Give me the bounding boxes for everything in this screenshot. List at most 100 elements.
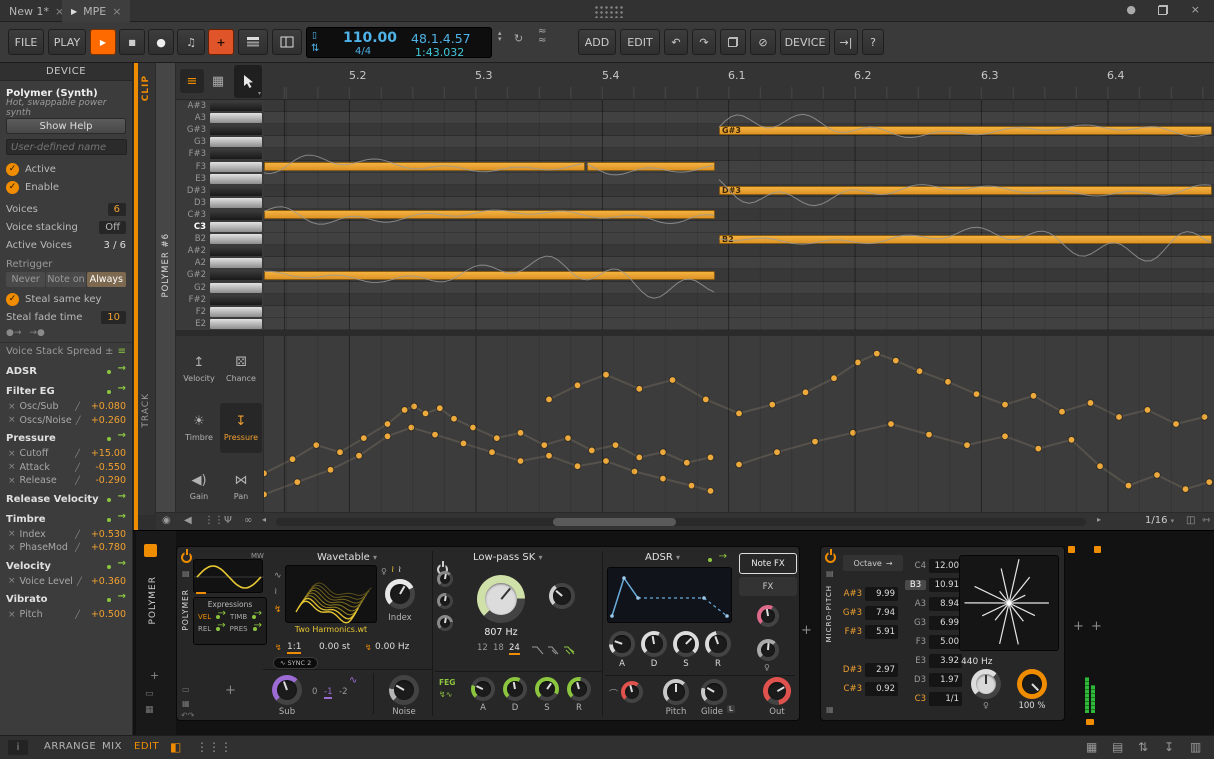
wavetable-file-name[interactable]: Two Harmonics.wt xyxy=(277,625,385,634)
pressure-point[interactable] xyxy=(1154,472,1161,479)
show-help-button[interactable]: Show Help xyxy=(6,118,126,134)
wavetable-index-knob[interactable] xyxy=(385,579,415,609)
pressure-point[interactable] xyxy=(411,403,418,410)
edit-menu-button[interactable]: EDIT xyxy=(620,29,660,55)
note-tuning-value[interactable]: 5.00 xyxy=(929,635,962,649)
mod-target-index[interactable]: ×Index╱+0.530 xyxy=(0,528,132,542)
zoom-fit-icon[interactable]: ◫ xyxy=(1186,515,1195,526)
pressure-mod-knob[interactable] xyxy=(757,605,779,627)
slope-icon[interactable] xyxy=(531,645,544,655)
note-tuning-value[interactable]: 12.00 xyxy=(929,559,962,573)
pressure-point[interactable] xyxy=(660,449,667,456)
amount-value[interactable]: 100 % xyxy=(1013,701,1051,711)
timb-expression[interactable]: TIMB xyxy=(230,613,247,621)
note-tuning-value[interactable]: 6.99 xyxy=(929,616,962,630)
envelope-point[interactable] xyxy=(610,614,614,618)
pressure-point[interactable] xyxy=(892,357,899,364)
osc-detune-value[interactable]: 0.00 Hz xyxy=(375,642,409,652)
mod-target-oscsub[interactable]: ×Osc/Sub╱+0.080 xyxy=(0,400,132,414)
piano-key-G#3[interactable] xyxy=(210,125,262,135)
lfo-shape-icon[interactable]: ∿ xyxy=(274,571,282,581)
note-F3[interactable] xyxy=(264,162,585,171)
device-display-icon[interactable]: ▤ xyxy=(182,569,190,578)
lfo-shape2-icon[interactable]: ≀ xyxy=(274,587,277,597)
velocity-lane-icon[interactable]: ⋮⋮ xyxy=(204,515,224,526)
sub-level-knob[interactable] xyxy=(272,675,302,705)
mod-route-icon[interactable] xyxy=(106,387,126,396)
pressure-point[interactable] xyxy=(470,424,477,431)
mod-route-icon[interactable] xyxy=(106,562,126,571)
timbre-mod-knob[interactable] xyxy=(757,639,779,661)
device-power-button[interactable] xyxy=(181,552,192,563)
pressure-point[interactable] xyxy=(707,488,714,495)
enable-row[interactable]: Enable xyxy=(0,178,132,196)
pressure-point[interactable] xyxy=(603,458,610,465)
pressure-point[interactable] xyxy=(850,429,857,436)
mod-route-icon[interactable] xyxy=(106,434,126,443)
device-track-header[interactable]: POLYMER + ▭ ▦ xyxy=(136,531,176,736)
pressure-point[interactable] xyxy=(1068,436,1075,443)
micropitch-note-E3[interactable]: E33.92 xyxy=(905,652,962,669)
expression-tab-velocity[interactable]: ↥Velocity xyxy=(178,344,220,394)
pressure-point[interactable] xyxy=(384,421,391,428)
pressure-point[interactable] xyxy=(1116,414,1123,421)
enable-checkbox[interactable] xyxy=(6,181,19,194)
piano-key-A#3[interactable] xyxy=(210,101,262,111)
note-tuning-value[interactable]: 3.92 xyxy=(929,654,962,668)
note-fx-slot[interactable]: Note FX xyxy=(739,553,797,574)
record-button[interactable]: ● xyxy=(148,29,174,55)
root-key-knob[interactable] xyxy=(971,669,1001,699)
layers-icon[interactable]: ◉ xyxy=(162,515,171,526)
tempo-value[interactable]: 110.00 xyxy=(343,30,397,46)
fx-slot[interactable]: FX xyxy=(739,577,797,596)
pressure-point[interactable] xyxy=(636,385,643,392)
pressure-point[interactable] xyxy=(517,429,524,436)
piano-key-F#2[interactable] xyxy=(210,295,262,305)
pressure-point[interactable] xyxy=(360,435,367,442)
filter-env-knob[interactable] xyxy=(437,615,453,631)
pressure-point[interactable] xyxy=(612,442,619,449)
route-in-icon[interactable]: →● xyxy=(29,328,44,338)
note-tuning-value[interactable]: 9.99 xyxy=(865,587,898,601)
pressure-point[interactable] xyxy=(812,438,819,445)
piano-key-C#3[interactable] xyxy=(210,210,262,220)
filter-drive-knob[interactable] xyxy=(437,571,453,587)
slope-12-option[interactable]: 12 xyxy=(477,643,488,653)
sub-octave-minus1[interactable]: -1 xyxy=(324,687,332,699)
pressure-point[interactable] xyxy=(736,461,743,468)
pressure-point[interactable] xyxy=(631,468,638,475)
mod-target-voicelevel[interactable]: ×Voice Level╱+0.360 xyxy=(0,575,132,589)
pitch-wheel-display[interactable] xyxy=(959,555,1059,651)
pressure-point[interactable] xyxy=(264,470,267,477)
undo-button[interactable]: ↶ xyxy=(664,29,688,55)
note-tuning-value[interactable]: 1.97 xyxy=(929,673,962,687)
track-tab[interactable]: TRACK xyxy=(141,393,151,428)
pressure-point[interactable] xyxy=(451,415,458,422)
pressure-point[interactable] xyxy=(916,368,923,375)
panel-toggle-button[interactable]: →| xyxy=(834,29,858,55)
metronome-button[interactable]: ♫ xyxy=(177,29,205,55)
pressure-point[interactable] xyxy=(702,396,709,403)
pressure-point[interactable] xyxy=(1087,400,1094,407)
piano-key-A3[interactable] xyxy=(210,113,262,123)
playhead-position-value[interactable]: 48.1.4.57 xyxy=(411,31,471,46)
grid-icon[interactable]: ▦ xyxy=(145,705,154,715)
note-tuning-value[interactable]: 5.91 xyxy=(865,625,898,639)
remove-modulation-icon[interactable]: × xyxy=(8,529,16,539)
retrigger-noteon[interactable]: Note on xyxy=(46,272,85,287)
polymer-device[interactable]: ▤ POLYMER ▭ ▦ ↶↷ MW Expressions VEL TIMB… xyxy=(176,546,800,721)
pressure-point[interactable] xyxy=(337,449,344,456)
mod-route-icon[interactable] xyxy=(106,495,126,504)
preset-icon[interactable]: ▭ xyxy=(182,685,190,694)
pressure-point[interactable] xyxy=(736,410,743,417)
voice-stacking-value[interactable]: Off xyxy=(99,221,126,234)
env-release-knob[interactable] xyxy=(705,631,731,657)
feg-decay-knob[interactable] xyxy=(503,677,527,701)
steal-fade-value[interactable]: 10 xyxy=(101,311,126,324)
pressure-point[interactable] xyxy=(1182,486,1189,493)
modulator-arrows-icon[interactable]: ↶↷ xyxy=(181,711,194,720)
note-F3[interactable] xyxy=(587,162,715,171)
pressure-point[interactable] xyxy=(1097,463,1104,470)
micropitch-note-A3[interactable]: A38.94 xyxy=(905,595,962,612)
pressure-point[interactable] xyxy=(588,447,595,454)
